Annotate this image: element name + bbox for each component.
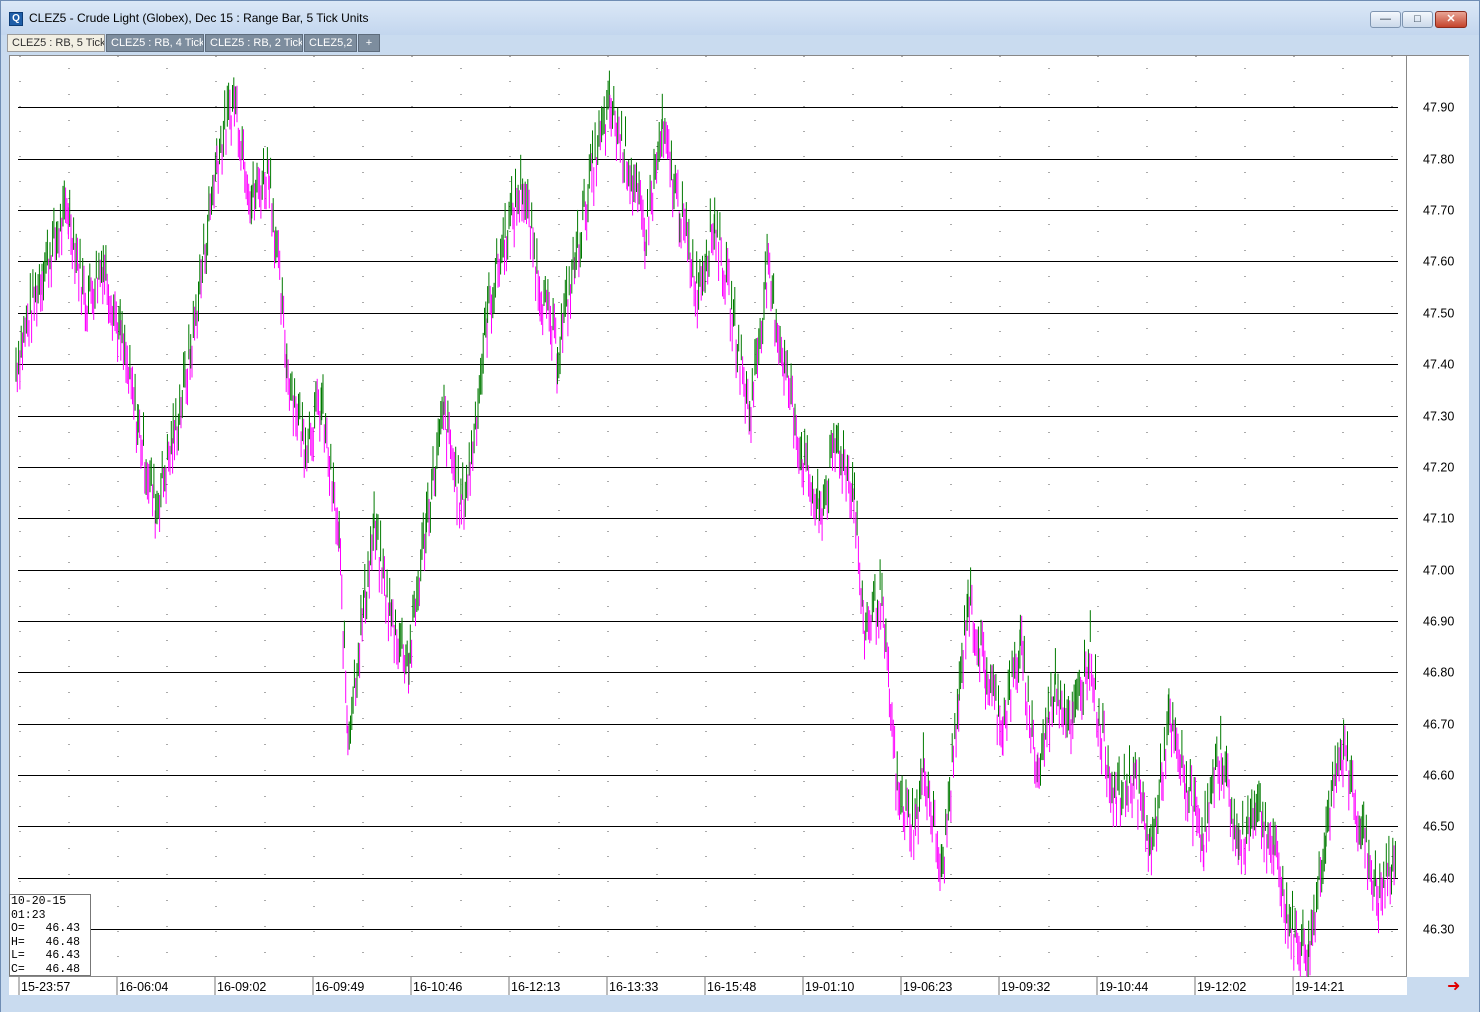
price-label-47.10: 47.10 xyxy=(1423,512,1454,526)
info-date: 10-20-15 xyxy=(11,895,67,908)
close-button[interactable]: ✕ xyxy=(1435,11,1467,28)
time-label-2: 16-09:02 xyxy=(217,980,266,994)
bar-info-box: 10-20-15 01:23 O= 46.43 H= 46.48 L= 46.4… xyxy=(9,894,91,976)
time-label-3: 16-09:49 xyxy=(315,980,364,994)
time-label-7: 16-15:48 xyxy=(707,980,756,994)
info-low: L= 46.43 xyxy=(11,949,81,962)
price-label-47.20: 47.20 xyxy=(1423,461,1454,475)
tab-clez5-2[interactable]: CLEZ5,2 xyxy=(304,34,357,52)
info-high: H= 46.48 xyxy=(11,935,81,949)
time-label-11: 19-10:44 xyxy=(1099,980,1148,994)
time-label-1: 16-06:04 xyxy=(119,980,168,994)
info-close: C= 46.48 xyxy=(11,962,81,976)
price-label-46.70: 46.70 xyxy=(1423,718,1454,732)
title-bar[interactable]: Q CLEZ5 - Crude Light (Globex), Dec 15 :… xyxy=(1,1,1479,35)
time-label-4: 16-10:46 xyxy=(413,980,462,994)
time-axis-labels: 15-23:57 16-06:04 16-09:02 16-09:49 16-10:46… xyxy=(18,977,1344,995)
minimize-button[interactable]: — xyxy=(1370,11,1401,28)
price-label-47.80: 47.80 xyxy=(1423,153,1454,167)
time-axis[interactable]: 15-23:57 16-06:04 16-09:02 16-09:49 16-10:46… xyxy=(9,977,1407,995)
time-label-13: 19-14:21 xyxy=(1295,980,1344,994)
scroll-right-arrow-icon[interactable]: ➜ xyxy=(1447,979,1467,995)
tab-rb-4-tick[interactable]: CLEZ5 : RB, 4 Tick xyxy=(106,34,204,52)
price-label-46.50: 46.50 xyxy=(1423,820,1454,834)
minimize-icon: — xyxy=(1380,13,1391,25)
tab-rb-5-tick[interactable]: CLEZ5 : RB, 5 Tick xyxy=(7,34,105,52)
chart-window: Q CLEZ5 - Crude Light (Globex), Dec 15 :… xyxy=(0,0,1480,1012)
time-label-0: 15-23:57 xyxy=(21,980,70,994)
info-open: O= 46.43 xyxy=(11,922,81,935)
maximize-button[interactable]: □ xyxy=(1402,11,1433,28)
price-axis-labels: 46.30 46.40 46.50 46.60 46.70 46.80 46.90 47.00… xyxy=(1423,101,1454,937)
price-label-46.60: 46.60 xyxy=(1423,769,1454,783)
maximize-icon: □ xyxy=(1414,13,1421,25)
price-label-47.00: 47.00 xyxy=(1423,564,1454,578)
price-label-47.40: 47.40 xyxy=(1423,358,1454,372)
chart-app-icon[interactable]: Q xyxy=(9,12,23,26)
price-axis[interactable]: 46.30 46.40 46.50 46.60 46.70 46.80 46.90 47.00… xyxy=(1407,55,1469,977)
time-label-8: 19-01:10 xyxy=(805,980,854,994)
time-label-12: 19-12:02 xyxy=(1197,980,1246,994)
window-title: CLEZ5 - Crude Light (Globex), Dec 15 : R… xyxy=(29,11,369,25)
time-label-5: 16-12:13 xyxy=(511,980,560,994)
time-label-10: 19-09:32 xyxy=(1001,980,1050,994)
price-label-47.70: 47.70 xyxy=(1423,204,1454,218)
status-bar xyxy=(1,997,1479,1012)
price-chart xyxy=(15,56,1398,978)
price-label-47.30: 47.30 xyxy=(1423,410,1454,424)
price-label-46.40: 46.40 xyxy=(1423,872,1454,886)
price-label-46.80: 46.80 xyxy=(1423,666,1454,680)
price-label-46.90: 46.90 xyxy=(1423,615,1454,629)
time-label-6: 16-13:33 xyxy=(609,980,658,994)
close-icon: ✕ xyxy=(1446,13,1456,25)
price-label-47.90: 47.90 xyxy=(1423,101,1454,115)
tab-rb-2-tick[interactable]: CLEZ5 : RB, 2 Tick xyxy=(205,34,303,52)
price-label-47.50: 47.50 xyxy=(1423,307,1454,321)
price-label-46.30: 46.30 xyxy=(1423,923,1454,937)
time-label-9: 19-06:23 xyxy=(903,980,952,994)
price-label-47.60: 47.60 xyxy=(1423,255,1454,269)
info-time: 01:23 xyxy=(11,908,46,922)
plot-area[interactable] xyxy=(9,55,1407,978)
add-tab-button[interactable]: + xyxy=(358,34,380,52)
